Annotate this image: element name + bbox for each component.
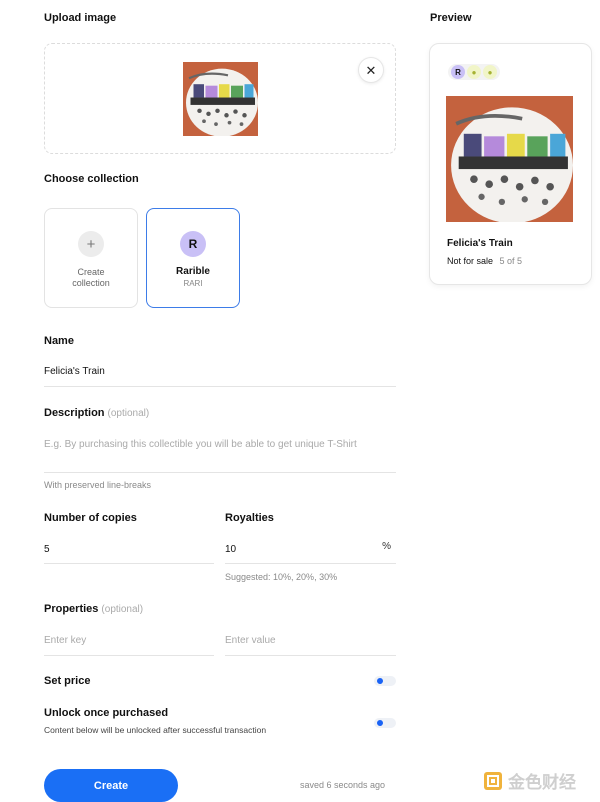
preview-owners: R ● ●: [448, 64, 500, 80]
watermark: 金色财经: [484, 768, 576, 793]
rarible-avatar-icon: R: [451, 65, 465, 79]
property-key-input[interactable]: Enter key: [44, 630, 214, 656]
description-hint: With preserved line-breaks: [44, 480, 152, 490]
properties-label: Properties (optional): [44, 603, 143, 615]
unlock-hint: Content below will be unlocked after suc…: [44, 725, 267, 735]
uploaded-image-thumbnail: [183, 62, 258, 136]
royalties-label: Royalties: [225, 512, 274, 524]
preview-sale-info: Not for sale 5 of 5: [447, 256, 522, 266]
unlock-toggle-knob: [377, 720, 383, 726]
description-placeholder: E.g. By purchasing this collectible you …: [44, 439, 357, 450]
rarible-logo-icon: R: [180, 231, 206, 257]
preview-heading: Preview: [430, 12, 472, 24]
name-label: Name: [44, 335, 74, 347]
royalties-value: 10: [225, 544, 237, 555]
close-icon: ✕: [365, 62, 377, 78]
preview-card[interactable]: R ● ● Felicia's Train Not for sale 5 of …: [429, 43, 592, 285]
description-label-text: Description: [44, 407, 105, 419]
copies-label: Number of copies: [44, 512, 137, 524]
property-value-input[interactable]: Enter value: [225, 630, 396, 656]
set-price-toggle[interactable]: [374, 676, 396, 686]
set-price-toggle-knob: [377, 678, 383, 684]
upload-image-heading: Upload image: [44, 12, 117, 24]
saved-status: saved 6 seconds ago: [300, 780, 386, 790]
watermark-text: 金色财经: [508, 773, 576, 792]
name-input[interactable]: Felicia's Train: [44, 361, 396, 387]
copies-value: 5: [44, 544, 50, 555]
preview-title: Felicia's Train: [447, 238, 513, 249]
description-input[interactable]: E.g. By purchasing this collectible you …: [44, 434, 396, 473]
unlock-label: Unlock once purchased: [44, 707, 169, 719]
properties-optional: (optional): [101, 604, 144, 615]
create-collection-label: Create collection: [72, 267, 110, 288]
rarible-collection-card[interactable]: R Rarible RARI: [146, 208, 240, 308]
create-collection-card[interactable]: + Create collection: [44, 208, 138, 308]
upload-dropzone[interactable]: ✕: [44, 43, 396, 154]
properties-label-text: Properties: [44, 603, 99, 615]
property-value-placeholder: Enter value: [225, 635, 276, 646]
royalties-percent-unit: %: [382, 541, 391, 552]
copies-input[interactable]: 5: [44, 539, 214, 564]
creator-avatar-icon: ●: [467, 65, 481, 79]
royalties-hint: Suggested: 10%, 20%, 30%: [225, 572, 338, 582]
preview-count: 5 of 5: [499, 256, 523, 266]
unlock-toggle[interactable]: [374, 718, 396, 728]
royalties-input[interactable]: 10 %: [225, 539, 396, 564]
rarible-collection-ticker: RARI: [183, 279, 203, 288]
remove-image-button[interactable]: ✕: [358, 57, 384, 83]
description-optional: (optional): [107, 408, 150, 419]
preview-status: Not for sale: [447, 256, 494, 266]
plus-icon: +: [78, 231, 104, 257]
choose-collection-heading: Choose collection: [44, 173, 139, 185]
set-price-label: Set price: [44, 675, 91, 687]
owner-avatar-icon: ●: [483, 65, 497, 79]
description-label: Description (optional): [44, 407, 149, 419]
preview-image: [446, 96, 573, 222]
create-button[interactable]: Create: [44, 769, 178, 802]
property-key-placeholder: Enter key: [44, 635, 87, 646]
rarible-collection-name: Rarible: [176, 266, 210, 277]
jinse-logo-icon: [484, 771, 502, 790]
name-value: Felicia's Train: [44, 366, 105, 377]
